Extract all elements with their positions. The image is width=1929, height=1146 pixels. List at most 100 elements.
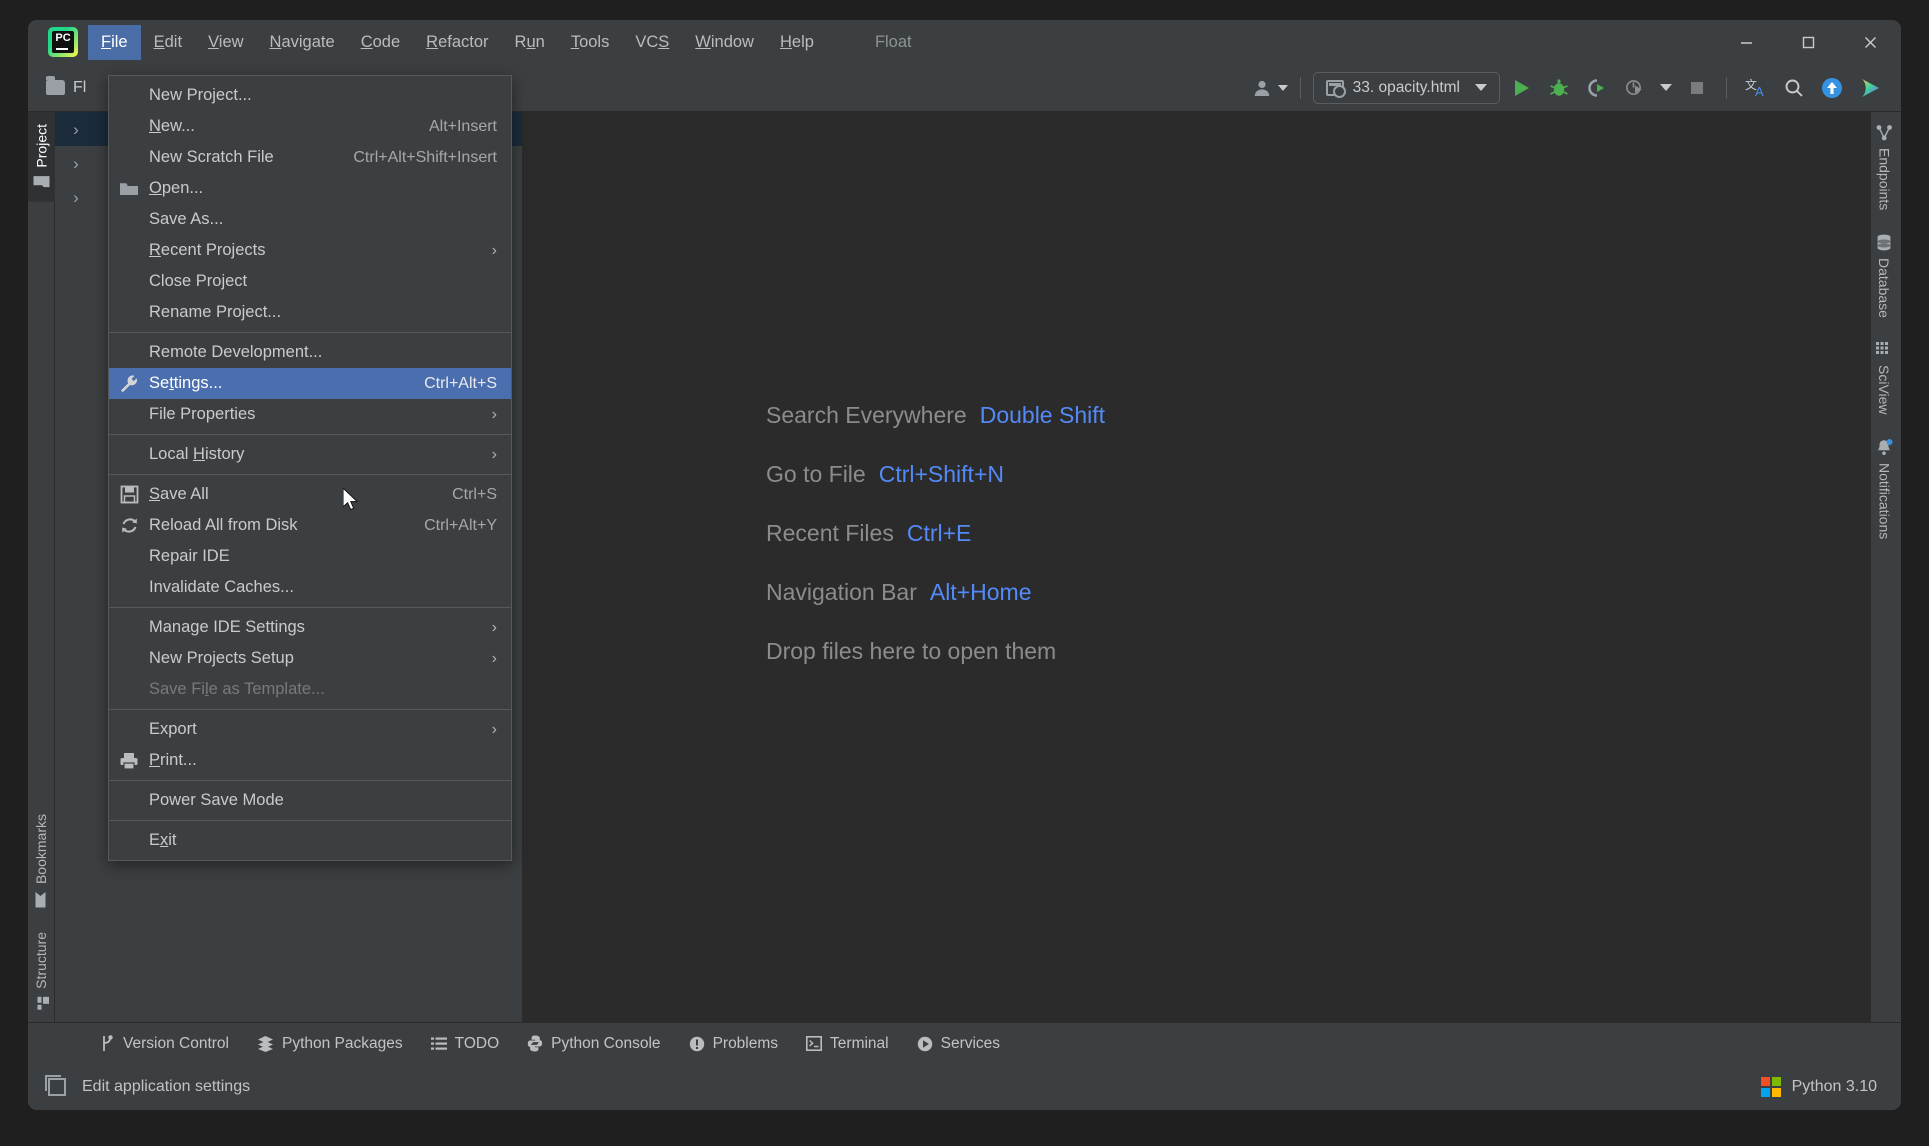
run-with-coverage-button[interactable] [1580,71,1614,105]
file-menu-item-local-history[interactable]: Local History› [109,439,511,470]
menubar-item-view[interactable]: View [195,29,256,56]
file-menu-item-label: Exit [149,831,497,850]
minimize-icon[interactable] [1715,20,1777,64]
menu-separator [109,434,511,435]
maximize-icon[interactable] [1777,20,1839,64]
file-menu-item-close-project[interactable]: Close Project [109,266,511,297]
branch-icon [100,1035,115,1052]
tool-window-button-terminal[interactable]: Terminal [806,1035,889,1053]
menubar-item-vcs[interactable]: VCS [622,29,682,56]
tool-window-tab-project[interactable]: Project [28,112,55,202]
file-menu-item-new-scratch-file[interactable]: New Scratch FileCtrl+Alt+Shift+Insert [109,142,511,173]
menubar-item-code[interactable]: Code [348,29,413,56]
tool-window-button-label: Problems [713,1035,778,1053]
folder-icon [33,175,50,190]
chevron-down-icon [1278,85,1288,91]
chevron-right-icon[interactable]: › [69,155,83,172]
welcome-hint-line: Navigation BarAlt+Home [766,579,1105,606]
menubar-item-navigate[interactable]: Navigate [257,29,348,56]
account-icon[interactable] [1252,71,1288,105]
welcome-hint-line: Drop files here to open them [766,638,1105,665]
file-menu-item-save-all[interactable]: Save AllCtrl+S [109,479,511,510]
file-menu-item-reload-all-from-disk[interactable]: Reload All from DiskCtrl+Alt+Y [109,510,511,541]
tool-window-tab-database[interactable]: Database [1871,222,1897,330]
tool-window-button-services[interactable]: Services [917,1035,1000,1053]
welcome-hint-text: Go to File [766,461,866,487]
file-menu-item-label: Save File as Template... [149,680,497,699]
file-menu-item-power-save-mode[interactable]: Power Save Mode [109,785,511,816]
file-menu-item-new-projects-setup[interactable]: New Projects Setup› [109,643,511,674]
file-menu-item-print[interactable]: Print... [109,745,511,776]
file-menu-item-label: Export [149,720,474,739]
menubar-item-file[interactable]: File [88,25,141,60]
file-menu-item-exit[interactable]: Exit [109,825,511,856]
run-configuration-label: 33. opacity.html [1353,79,1460,97]
translate-icon[interactable]: 文 A [1739,71,1773,105]
file-menu-item-recent-projects[interactable]: Recent Projects› [109,235,511,266]
file-menu-item-shortcut: Ctrl+Alt+Y [404,517,497,535]
main-body: Project BookmarksStructure › › › Search … [28,112,1901,1022]
search-icon[interactable] [1777,71,1811,105]
tool-window-tab-structure[interactable]: Structure [28,920,54,1022]
file-menu-item-shortcut: Ctrl+Alt+Shift+Insert [333,149,497,167]
pycharm-window: FileEditViewNavigateCodeRefactorRunTools… [28,20,1901,1110]
file-menu-item-open[interactable]: Open... [109,173,511,204]
file-menu-item-label: File Properties [149,405,474,424]
todo-icon [431,1037,447,1051]
menubar-item-edit[interactable]: Edit [141,29,195,56]
file-menu-item-repair-ide[interactable]: Repair IDE [109,541,511,572]
menubar-item-refactor[interactable]: Refactor [413,29,501,56]
tool-window-tab-label: Endpoints [1877,148,1893,210]
file-menu-item-label: Rename Project... [149,303,497,322]
run-configuration-selector[interactable]: 33. opacity.html [1313,72,1500,104]
menubar-item-help[interactable]: Help [767,29,827,56]
file-menu-popup: New Project...New...Alt+InsertNew Scratc… [108,75,512,861]
tool-window-button-python-console[interactable]: Python Console [527,1035,660,1053]
windows-logo-icon [1761,1077,1781,1097]
tool-window-tab-bookmarks[interactable]: Bookmarks [28,802,54,920]
close-icon[interactable] [1839,20,1901,64]
tool-window-button-problems[interactable]: Problems [689,1035,778,1053]
file-menu-item-file-properties[interactable]: File Properties› [109,399,511,430]
file-menu-item-export[interactable]: Export› [109,714,511,745]
menubar-item-run[interactable]: Run [502,29,558,56]
interpreter-label[interactable]: Python 3.10 [1792,1078,1877,1096]
file-menu-item-invalidate-caches[interactable]: Invalidate Caches... [109,572,511,603]
file-menu-item-new[interactable]: New...Alt+Insert [109,111,511,142]
file-menu-item-shortcut: Ctrl+S [432,486,497,504]
file-menu-item-settings[interactable]: Settings...Ctrl+Alt+S [109,368,511,399]
svg-text:A: A [1755,84,1764,99]
tool-window-button-label: Version Control [123,1035,229,1053]
run-button[interactable] [1504,71,1538,105]
profile-dropdown-button[interactable] [1656,71,1676,105]
tool-window-button-python-packages[interactable]: Python Packages [257,1035,403,1053]
file-menu-item-label: Print... [149,751,497,770]
menubar-item-window[interactable]: Window [682,29,767,56]
file-menu-item-new-project[interactable]: New Project... [109,80,511,111]
file-menu-item-save-as[interactable]: Save As... [109,204,511,235]
profile-button[interactable] [1618,71,1652,105]
pycharm-logo [48,27,78,57]
chevron-right-icon[interactable]: › [69,121,83,138]
file-menu-item-manage-ide-settings[interactable]: Manage IDE Settings› [109,612,511,643]
tool-window-button-version-control[interactable]: Version Control [100,1035,229,1053]
file-menu-item-rename-project[interactable]: Rename Project... [109,297,511,328]
file-menu-item-remote-development[interactable]: Remote Development... [109,337,511,368]
file-menu-item-label: Local History [149,445,474,464]
tool-window-tab-label: Notifications [1877,463,1893,539]
tool-window-tab-sciview[interactable]: SciView [1871,330,1897,427]
project-name-label[interactable]: Fl [73,79,86,97]
menubar-item-tools[interactable]: Tools [558,29,623,56]
welcome-hint-shortcut: Double Shift [980,402,1105,428]
chevron-right-icon[interactable]: › [69,189,83,206]
update-icon[interactable] [1815,71,1849,105]
tool-window-tab-notifications[interactable]: Notifications [1871,427,1898,551]
ai-assistant-icon[interactable] [1853,71,1887,105]
welcome-hint-text: Navigation Bar [766,579,917,605]
stop-button[interactable] [1680,71,1714,105]
debug-button[interactable] [1542,71,1576,105]
tool-window-button-todo[interactable]: TODO [431,1035,500,1053]
chevron-down-icon [1660,84,1672,91]
tool-window-tab-endpoints[interactable]: Endpoints [1871,112,1898,222]
submenu-arrow-icon: › [474,721,497,739]
